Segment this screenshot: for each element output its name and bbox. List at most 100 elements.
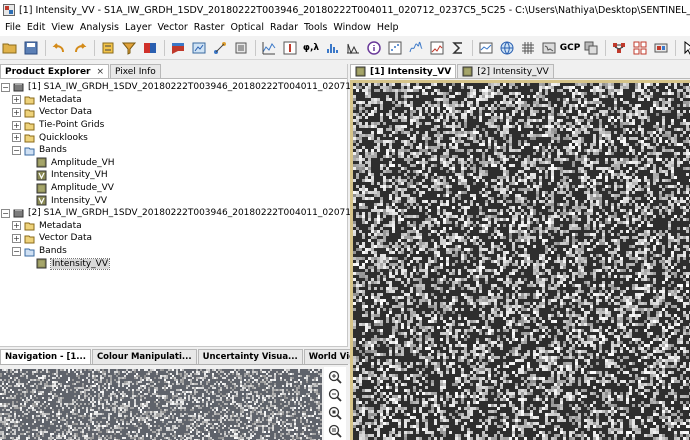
zoom-pixel-button[interactable]: [327, 406, 343, 421]
menu-raster[interactable]: Raster: [191, 20, 228, 36]
collapse-icon[interactable]: −: [12, 145, 21, 155]
spectrum-button[interactable]: [406, 38, 426, 58]
folder-icon: [24, 220, 35, 231]
toolbar-separator: [255, 39, 256, 56]
tree-node-vector-data[interactable]: + Vector Data: [0, 232, 347, 245]
vector-data-label: Vector Data: [39, 233, 93, 244]
expand-icon[interactable]: +: [12, 133, 21, 143]
tab-uncertainty-visualisation[interactable]: Uncertainty Visua...: [197, 349, 303, 364]
snap-app-icon: [3, 4, 15, 16]
tree-band-item[interactable]: Intensity_VV: [0, 194, 347, 207]
tile-grid-button[interactable]: [630, 38, 650, 58]
folder-open-icon: [2, 43, 17, 53]
zoom-all-button[interactable]: [327, 423, 343, 438]
statistics-button[interactable]: [343, 38, 363, 58]
title-bar: [1] Intensity_VV - S1A_IW_GRDH_1SDV_2018…: [0, 0, 690, 20]
tree-node-metadata[interactable]: + Metadata: [0, 94, 347, 107]
tile-horizontal-button[interactable]: [609, 38, 629, 58]
save-product-button[interactable]: [21, 38, 41, 58]
menu-file[interactable]: File: [2, 20, 24, 36]
menu-vector[interactable]: Vector: [155, 20, 191, 36]
density-plot-button[interactable]: [427, 38, 447, 58]
sar-image-canvas[interactable]: [350, 80, 690, 440]
band-label: Amplitude_VV: [51, 183, 114, 194]
tree-product-1[interactable]: − [1] S1A_IW_GRDH_1SDV_20180222T003946_2…: [0, 81, 424, 94]
zoom-all-icon: [328, 424, 342, 438]
filter-button[interactable]: [119, 38, 139, 58]
open-product-button[interactable]: [0, 38, 20, 58]
tree-product-2[interactable]: − [2] S1A_IW_GRDH_1SDV_20180222T003946_2…: [0, 207, 440, 220]
tree-node-tie-point-grids[interactable]: + Tie-Point Grids: [0, 119, 347, 132]
collapse-icon[interactable]: −: [1, 208, 10, 218]
wms-button[interactable]: [497, 38, 517, 58]
tree-node-vector-data[interactable]: + Vector Data: [0, 106, 347, 119]
tree-node-metadata[interactable]: + Metadata: [0, 220, 347, 233]
virtual-band-icon: [36, 170, 47, 181]
geo-coding-button[interactable]: φ,λ: [301, 38, 321, 58]
scatter-plot-button[interactable]: [385, 38, 405, 58]
tab-navigation[interactable]: Navigation - [1...: [0, 349, 91, 364]
spectrum-icon: [409, 41, 423, 52]
graph-builder-button[interactable]: [210, 38, 230, 58]
expand-icon[interactable]: +: [12, 120, 21, 130]
menu-analysis[interactable]: Analysis: [77, 20, 122, 36]
graticule-button[interactable]: [518, 38, 538, 58]
sum-button[interactable]: [448, 38, 468, 58]
sar-intensity-image: [353, 83, 690, 440]
time-series-icon: [479, 42, 493, 53]
histogram-icon: [327, 43, 338, 53]
information-button[interactable]: [364, 38, 384, 58]
gcp-manager-button[interactable]: GCP: [560, 38, 581, 58]
menu-radar[interactable]: Radar: [267, 20, 301, 36]
toolbar-separator: [472, 39, 473, 56]
bands-label: Bands: [39, 145, 67, 156]
tab-colour-manipulation[interactable]: Colour Manipulati...: [91, 349, 197, 364]
tree-band-item[interactable]: Amplitude_VV: [0, 182, 347, 195]
close-icon[interactable]: ×: [96, 67, 104, 77]
collapse-icon[interactable]: −: [12, 246, 21, 256]
expand-icon[interactable]: +: [12, 221, 21, 231]
menu-tools[interactable]: Tools: [301, 20, 330, 36]
select-tool-button[interactable]: [679, 38, 690, 58]
menu-edit[interactable]: Edit: [24, 20, 48, 36]
time-series-button[interactable]: [476, 38, 496, 58]
histogram-button[interactable]: [322, 38, 342, 58]
overlay-button[interactable]: [581, 38, 601, 58]
band-maths-button[interactable]: [98, 38, 118, 58]
expand-icon[interactable]: +: [12, 95, 21, 105]
tab-image-view-1[interactable]: [1] Intensity_VV: [350, 64, 457, 78]
tree-node-bands[interactable]: − Bands: [0, 144, 347, 157]
navigation-overview-image[interactable]: [0, 369, 322, 440]
tree-band-item-selected[interactable]: Intensity_VV: [0, 257, 347, 270]
tab-image-view-2[interactable]: [2] Intensity_VV: [457, 64, 554, 78]
world-map-button[interactable]: [539, 38, 559, 58]
menu-layer[interactable]: Layer: [122, 20, 155, 36]
mask-manager-button[interactable]: [189, 38, 209, 58]
tab-image-view-2-label: [2] Intensity_VV: [477, 66, 549, 77]
tab-product-explorer[interactable]: Product Explorer ×: [0, 64, 110, 78]
profile-plot-button[interactable]: [259, 38, 279, 58]
redo-button[interactable]: [70, 38, 90, 58]
zoom-out-icon: [328, 388, 342, 402]
tab-pixel-info[interactable]: Pixel Info: [110, 64, 161, 78]
tree-node-quicklooks[interactable]: + Quicklooks: [0, 131, 347, 144]
tree-node-bands[interactable]: − Bands: [0, 245, 347, 258]
tree-band-item[interactable]: Amplitude_VH: [0, 157, 347, 170]
collapse-icon[interactable]: −: [1, 82, 10, 92]
zoom-in-button[interactable]: [327, 370, 343, 385]
undo-button[interactable]: [49, 38, 69, 58]
expand-icon[interactable]: +: [12, 233, 21, 243]
color-palette-button[interactable]: [140, 38, 160, 58]
zoom-out-button[interactable]: [327, 388, 343, 403]
sync-views-button[interactable]: [651, 38, 671, 58]
batch-processing-button[interactable]: [231, 38, 251, 58]
menu-window[interactable]: Window: [330, 20, 373, 36]
cursor-arrow-icon: [684, 40, 690, 55]
tree-band-item[interactable]: Intensity_VH: [0, 169, 347, 182]
menu-optical[interactable]: Optical: [227, 20, 267, 36]
layer-editor-button[interactable]: [168, 38, 188, 58]
menu-view[interactable]: View: [48, 20, 77, 36]
pin-manager-button[interactable]: [280, 38, 300, 58]
expand-icon[interactable]: +: [12, 107, 21, 117]
menu-help[interactable]: Help: [374, 20, 402, 36]
